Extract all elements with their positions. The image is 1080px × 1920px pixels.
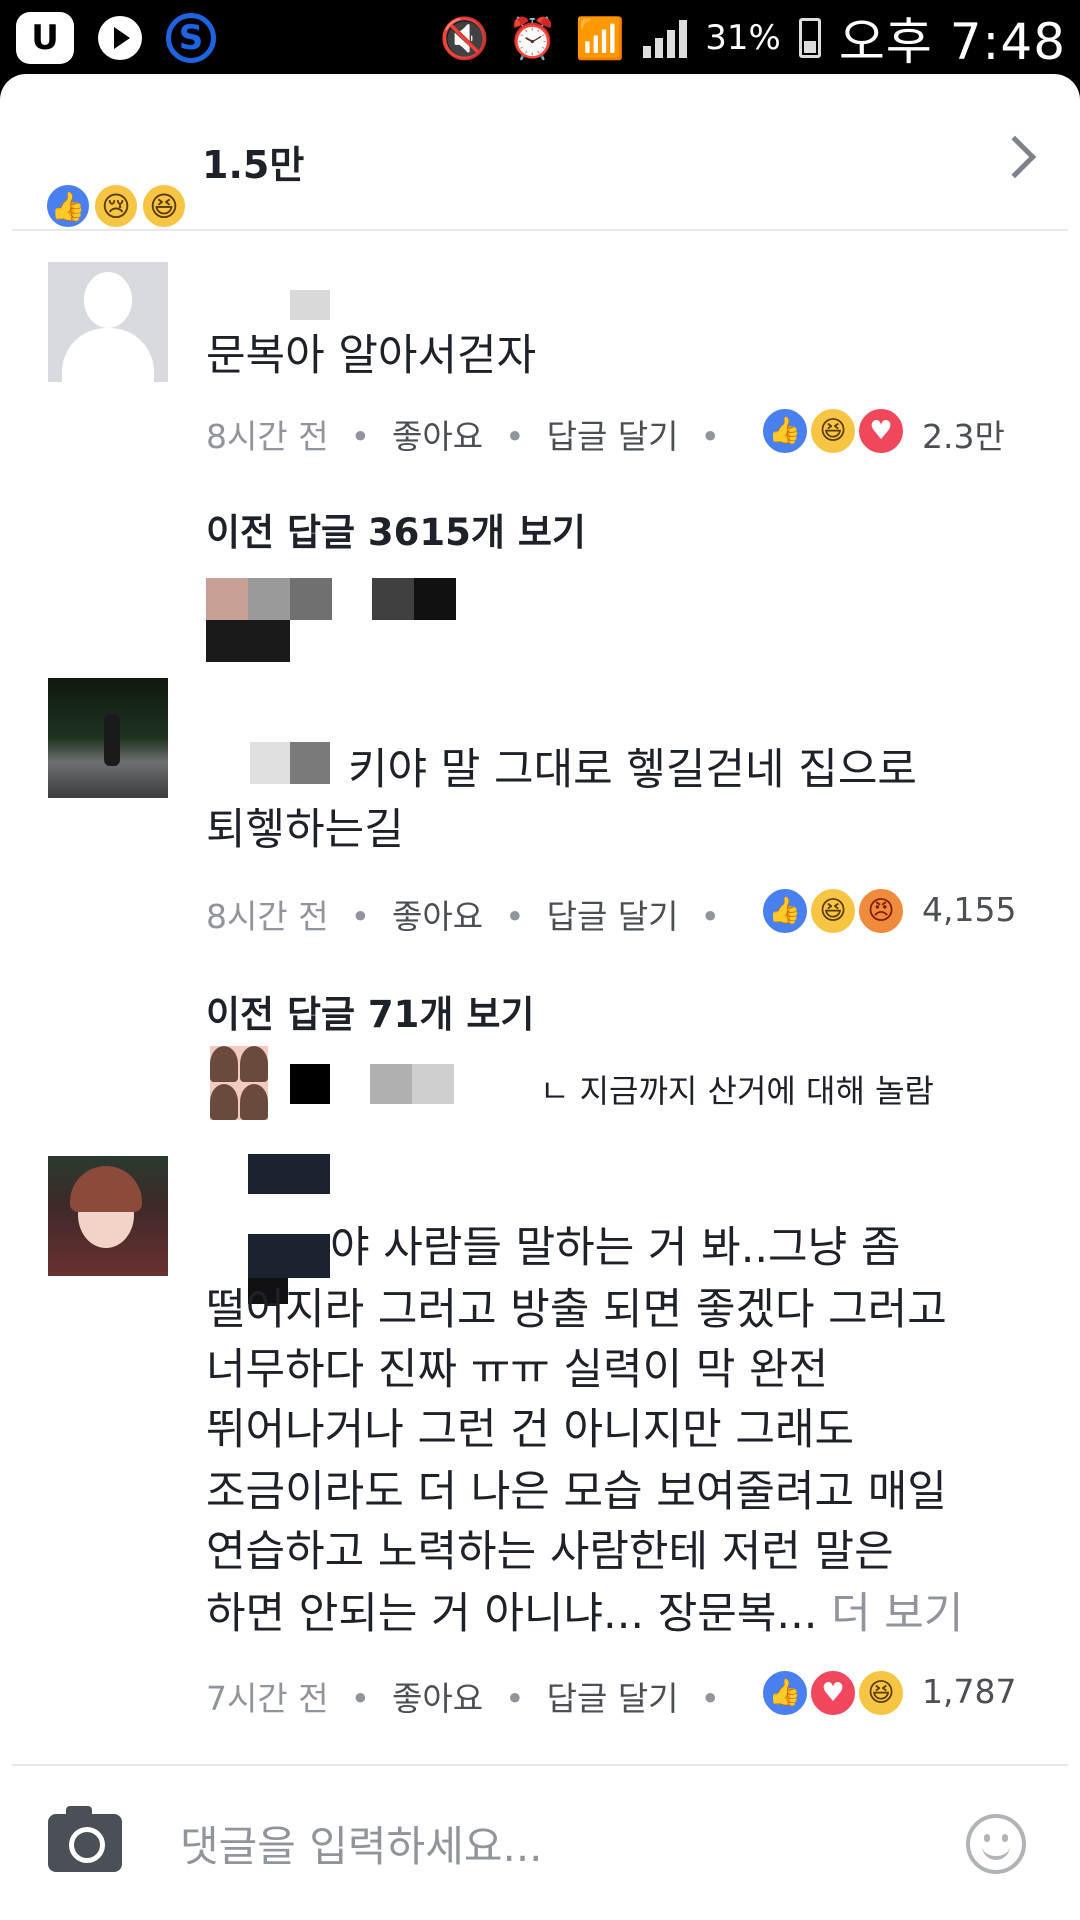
redacted-block [372, 578, 414, 620]
like-reaction-icon: 👍 [760, 406, 810, 456]
camera-icon[interactable] [48, 1806, 122, 1872]
reply-avatar[interactable] [210, 1046, 268, 1120]
comment-meta: 8시간 전 • 좋아요 • 답글 달기 • [206, 897, 721, 936]
redacted-block [206, 620, 290, 662]
like-button[interactable]: 좋아요 [392, 897, 483, 936]
comments-sheet: 👍 😢 😆 1.5만 문복아 알아서걷자 8시간 전 • 좋아요 • 답글 달기 • 👍 … [0, 74, 1080, 1920]
love-reaction-icon: ♥ [808, 1668, 858, 1718]
s-app-icon: S [166, 13, 216, 63]
system-icons: 🔇 ⏰ 📶 31% 오후 7:48 [439, 6, 1066, 71]
avatar[interactable] [48, 1156, 168, 1276]
reaction-total-count: 1.5만 [202, 143, 305, 187]
haha-reaction-icon: 😆 [808, 886, 858, 936]
clock-time: 7:48 [949, 13, 1066, 71]
comment-meta: 8시간 전 • 좋아요 • 답글 달기 • [206, 417, 721, 456]
reaction-count: 1,787 [922, 1672, 1017, 1711]
reply-button[interactable]: 답글 달기 [547, 897, 679, 936]
redacted-block [248, 578, 290, 620]
sad-reaction-icon: 😢 [92, 182, 140, 230]
comment-input[interactable] [180, 1814, 920, 1878]
reply-button[interactable]: 답글 달기 [547, 417, 679, 456]
haha-reaction-icon: 😆 [140, 182, 188, 230]
comment-text-line: 연습하고 노력하는 사람한테 저런 말은 [206, 1527, 894, 1577]
battery-icon [798, 18, 821, 58]
like-button[interactable]: 좋아요 [392, 1679, 483, 1718]
comment-time: 8시간 전 [206, 897, 329, 936]
uplus-app-icon: U [16, 12, 74, 64]
alarm-icon: ⏰ [507, 15, 558, 62]
love-reaction-icon: ♥ [856, 406, 906, 456]
angry-reaction-icon: 😠 [856, 886, 906, 936]
reaction-count: 4,155 [922, 890, 1017, 929]
clock-ampm: 오후 [838, 13, 933, 71]
avatar[interactable] [48, 678, 168, 798]
comment-text-line: 하면 안되는 거 아니냐... 장문복... 더 보기 [206, 1584, 963, 1645]
emoji-icon[interactable] [966, 1814, 1026, 1874]
see-more-link[interactable]: 더 보기 [831, 1589, 963, 1639]
redacted-block [414, 578, 456, 620]
author-name-redacted[interactable] [290, 290, 330, 320]
mute-vibrate-icon: 🔇 [439, 15, 490, 62]
view-previous-replies[interactable]: 이전 답글 3615개 보기 [206, 502, 586, 556]
reaction-count: 2.3만 [922, 417, 1005, 456]
comment-text-line: 떨어지라 그러고 방출 되면 좋겠다 그러고 [206, 1285, 947, 1335]
battery-percent: 31% [705, 18, 781, 58]
comment-text-line: 야 사람들 말하는 거 봐..그냥 좀 [330, 1223, 901, 1273]
divider [12, 229, 1068, 231]
like-button[interactable]: 좋아요 [392, 417, 483, 456]
comment-text: 문복아 알아서걷자 [206, 331, 537, 381]
redacted-block [290, 1064, 330, 1104]
comment-text-line: 조금이라도 더 나은 모습 보여줄려고 매일 [206, 1467, 947, 1517]
comment-text-line: 뛰어나거나 그런 건 아니지만 그래도 [206, 1405, 855, 1455]
like-reaction-icon: 👍 [760, 1668, 810, 1718]
signal-icon [643, 18, 688, 58]
comment-time: 8시간 전 [206, 417, 329, 456]
notification-icons: U S [16, 10, 216, 66]
author-name-redacted[interactable] [250, 742, 330, 784]
comment-text-line: 너무하다 진짜 ㅠㅠ 실력이 막 완전 [206, 1345, 829, 1395]
comment-text-line2: 퇴헿하는길 [206, 805, 404, 855]
comment-text-line1: 키야 말 그대로 헿길걷네 집으로 [348, 745, 917, 795]
redacted-block [290, 578, 332, 620]
like-reaction-icon: 👍 [760, 886, 810, 936]
comment-text-last: 하면 안되는 거 아니냐... 장문복... [206, 1589, 818, 1639]
wifi-icon: 📶 [575, 15, 626, 62]
chevron-right-icon[interactable] [993, 135, 1037, 179]
play-icon [98, 16, 142, 60]
haha-reaction-icon: 😆 [856, 1668, 906, 1718]
reactions-summary[interactable]: 👍 😢 😆 1.5만 [0, 74, 1080, 230]
comment-composer [0, 1766, 1080, 1918]
like-reaction-icon: 👍 [44, 182, 92, 230]
status-bar: U S 🔇 ⏰ 📶 31% 오후 7:48 [0, 0, 1080, 74]
comment-meta: 7시간 전 • 좋아요 • 답글 달기 • [206, 1679, 721, 1718]
redacted-block [248, 1234, 330, 1278]
redacted-block [206, 578, 248, 620]
reply-preview-text[interactable]: ㄴ 지금까지 산거에 대해 놀람 [540, 1066, 934, 1112]
reply-button[interactable]: 답글 달기 [547, 1679, 679, 1718]
view-previous-replies[interactable]: 이전 답글 71개 보기 [206, 984, 534, 1038]
author-name-redacted[interactable] [248, 1154, 330, 1194]
redacted-block [370, 1064, 454, 1104]
haha-reaction-icon: 😆 [808, 406, 858, 456]
avatar[interactable] [48, 262, 168, 382]
comment-time: 7시간 전 [206, 1679, 329, 1718]
clock: 오후 7:48 [839, 2, 1066, 74]
